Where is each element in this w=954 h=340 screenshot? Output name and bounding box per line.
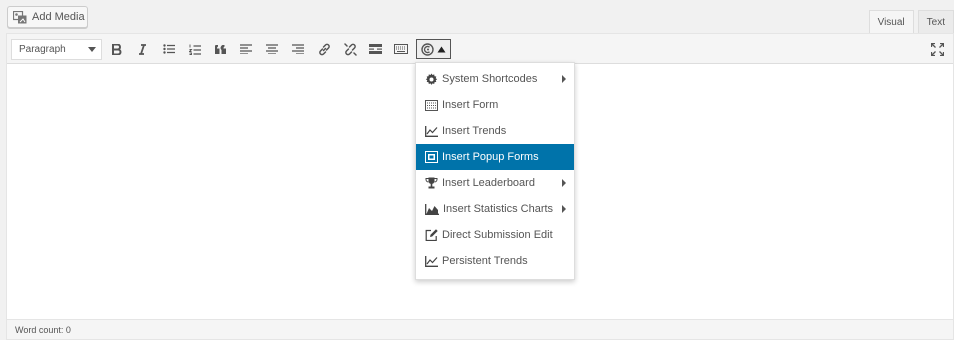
numbered-list-button[interactable] — [185, 39, 205, 59]
line-chart-icon — [425, 255, 438, 267]
gear-icon — [425, 73, 438, 85]
link-icon — [318, 43, 330, 55]
menu-item-persistent-trends[interactable]: Persistent Trends — [416, 248, 574, 274]
menu-item-label: Insert Trends — [442, 125, 507, 137]
blockquote-button[interactable] — [211, 39, 231, 59]
format-select[interactable]: Paragraph — [11, 39, 102, 60]
blockquote-icon — [215, 44, 226, 54]
format-select-value: Paragraph — [19, 44, 66, 55]
shortcode-menu-icon — [421, 42, 434, 56]
toolbar-toggle-icon — [394, 44, 408, 54]
chevron-down-icon — [88, 47, 96, 52]
menu-item-insert-form[interactable]: Insert Form — [416, 92, 574, 118]
italic-icon — [138, 43, 146, 55]
bold-icon — [112, 43, 122, 55]
fullscreen-button[interactable] — [927, 39, 947, 59]
menu-item-insert-statistics-charts[interactable]: Insert Statistics Charts — [416, 196, 574, 222]
align-center-icon — [266, 44, 278, 54]
edit-icon — [425, 229, 438, 241]
menu-item-label: Insert Leaderboard — [442, 177, 535, 189]
menu-item-label: Direct Submission Edit — [442, 229, 553, 241]
add-media-icon — [13, 10, 27, 24]
submenu-arrow-icon — [562, 75, 566, 83]
bullet-list-icon — [163, 44, 175, 54]
menu-item-insert-popup-forms[interactable]: Insert Popup Forms — [416, 144, 574, 170]
bold-button[interactable] — [107, 39, 127, 59]
status-bar: Word count: 0 — [7, 319, 953, 339]
bullet-list-button[interactable] — [159, 39, 179, 59]
numbered-list-icon — [189, 44, 201, 55]
area-chart-icon — [425, 203, 439, 215]
read-more-icon — [368, 44, 382, 54]
menu-item-system-shortcodes[interactable]: System Shortcodes — [416, 66, 574, 92]
fullscreen-icon — [930, 42, 944, 56]
caret-up-icon — [437, 46, 446, 52]
align-left-button[interactable] — [236, 39, 256, 59]
add-media-label: Add Media — [32, 11, 85, 23]
menu-item-insert-leaderboard[interactable]: Insert Leaderboard — [416, 170, 574, 196]
shortcode-menu-button[interactable] — [416, 39, 451, 59]
menu-item-label: Insert Form — [442, 99, 499, 111]
align-right-icon — [292, 44, 304, 54]
submenu-arrow-icon — [562, 179, 566, 187]
line-chart-icon — [425, 125, 438, 137]
add-media-button[interactable]: Add Media — [7, 6, 88, 28]
unlink-icon — [343, 42, 357, 56]
menu-item-direct-submission-edit[interactable]: Direct Submission Edit — [416, 222, 574, 248]
align-left-icon — [240, 44, 252, 54]
link-button[interactable] — [314, 39, 334, 59]
trophy-icon — [425, 177, 438, 189]
tab-visual[interactable]: Visual — [868, 10, 914, 34]
menu-item-label: System Shortcodes — [442, 73, 538, 85]
menu-item-label: Persistent Trends — [442, 255, 528, 267]
italic-button[interactable] — [132, 39, 152, 59]
unlink-button[interactable] — [340, 39, 360, 59]
shortcode-dropdown-menu: System Shortcodes Insert Form Insert Tre… — [415, 62, 575, 280]
word-count: Word count: 0 — [15, 324, 71, 335]
editor-tabs: Visual Text — [868, 10, 954, 34]
toolbar-toggle-button[interactable] — [391, 39, 411, 59]
editor-toolbar: Paragraph — [7, 34, 953, 64]
menu-item-label: Insert Popup Forms — [442, 151, 539, 163]
align-right-button[interactable] — [288, 39, 308, 59]
menu-item-insert-trends[interactable]: Insert Trends — [416, 118, 574, 144]
read-more-button[interactable] — [365, 39, 385, 59]
align-center-button[interactable] — [262, 39, 282, 59]
menu-item-label: Insert Statistics Charts — [443, 203, 554, 215]
popup-icon — [425, 151, 438, 163]
tab-text[interactable]: Text — [917, 10, 954, 34]
form-icon — [425, 99, 438, 111]
submenu-arrow-icon — [562, 205, 566, 213]
